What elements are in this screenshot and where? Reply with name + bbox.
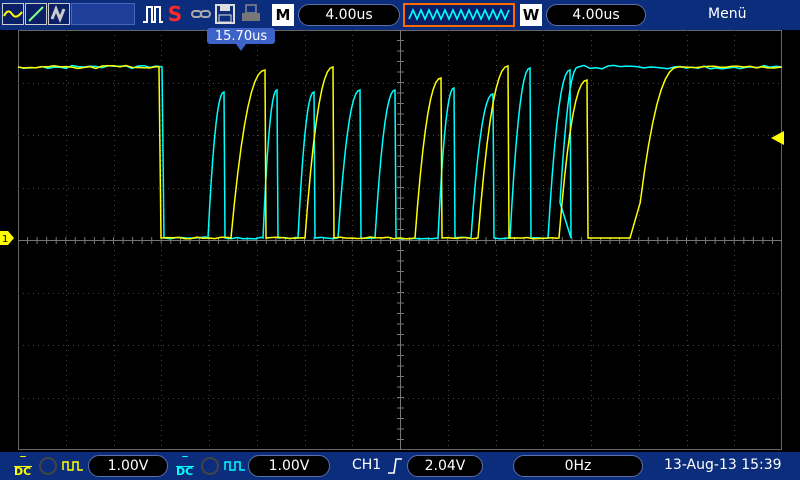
ch1-ground-marker-icon[interactable]: 1 [0, 231, 14, 245]
ch1-wave-icon[interactable] [2, 3, 24, 25]
edit-icon[interactable] [25, 3, 47, 25]
single-s-icon[interactable]: S [166, 2, 184, 26]
cursor-marker-icon [236, 44, 246, 52]
ch2-scale-display[interactable]: 1.00V [248, 455, 330, 477]
trigger-level-display[interactable]: 2.04V [407, 455, 483, 477]
trigger-channel-label[interactable]: CH1 [352, 457, 381, 473]
mode-m-button[interactable]: M [272, 4, 294, 26]
save-icon[interactable] [214, 3, 236, 25]
ch1-bw-icon[interactable] [38, 456, 58, 476]
datetime-label: 13-Aug-13 15:39 [664, 457, 782, 473]
ref-icon[interactable] [48, 3, 70, 25]
frequency-display: 0Hz [513, 455, 643, 477]
window-overview[interactable] [403, 3, 515, 27]
cursor-time-label[interactable]: 15.70us [207, 28, 275, 44]
ch1-probe-icon[interactable] [62, 456, 84, 476]
print-icon[interactable] [240, 3, 262, 25]
graticule [18, 30, 782, 450]
menu-button[interactable]: Menü [708, 6, 746, 22]
blank-slot[interactable] [71, 3, 135, 25]
svg-text:1: 1 [2, 234, 8, 245]
run-pulse-icon[interactable] [142, 4, 164, 24]
window-time-display[interactable]: 4.00us [546, 4, 646, 26]
ch2-probe-icon[interactable] [224, 456, 246, 476]
window-w-button[interactable]: W [520, 4, 542, 26]
timebase-display[interactable]: 4.00us [298, 4, 400, 26]
ch1-coupling-icon[interactable]: ‾ DC [14, 456, 32, 477]
top-toolbar: S M 4.00us W 4.00us Menü [0, 0, 800, 30]
ch2-bw-icon[interactable] [200, 456, 220, 476]
ch2-coupling-icon[interactable]: ‾ DC [176, 456, 194, 477]
trigger-level-icon[interactable] [770, 131, 784, 145]
trigger-rising-edge-icon[interactable] [386, 456, 404, 476]
bottom-status-bar: ‾ DC 1.00V ‾ DC 1.00V CH1 2.04V 0Hz 13-Aug… [0, 452, 800, 480]
chain-icon[interactable] [190, 4, 212, 24]
ch1-scale-display[interactable]: 1.00V [88, 455, 168, 477]
waveform-display[interactable] [18, 30, 782, 450]
